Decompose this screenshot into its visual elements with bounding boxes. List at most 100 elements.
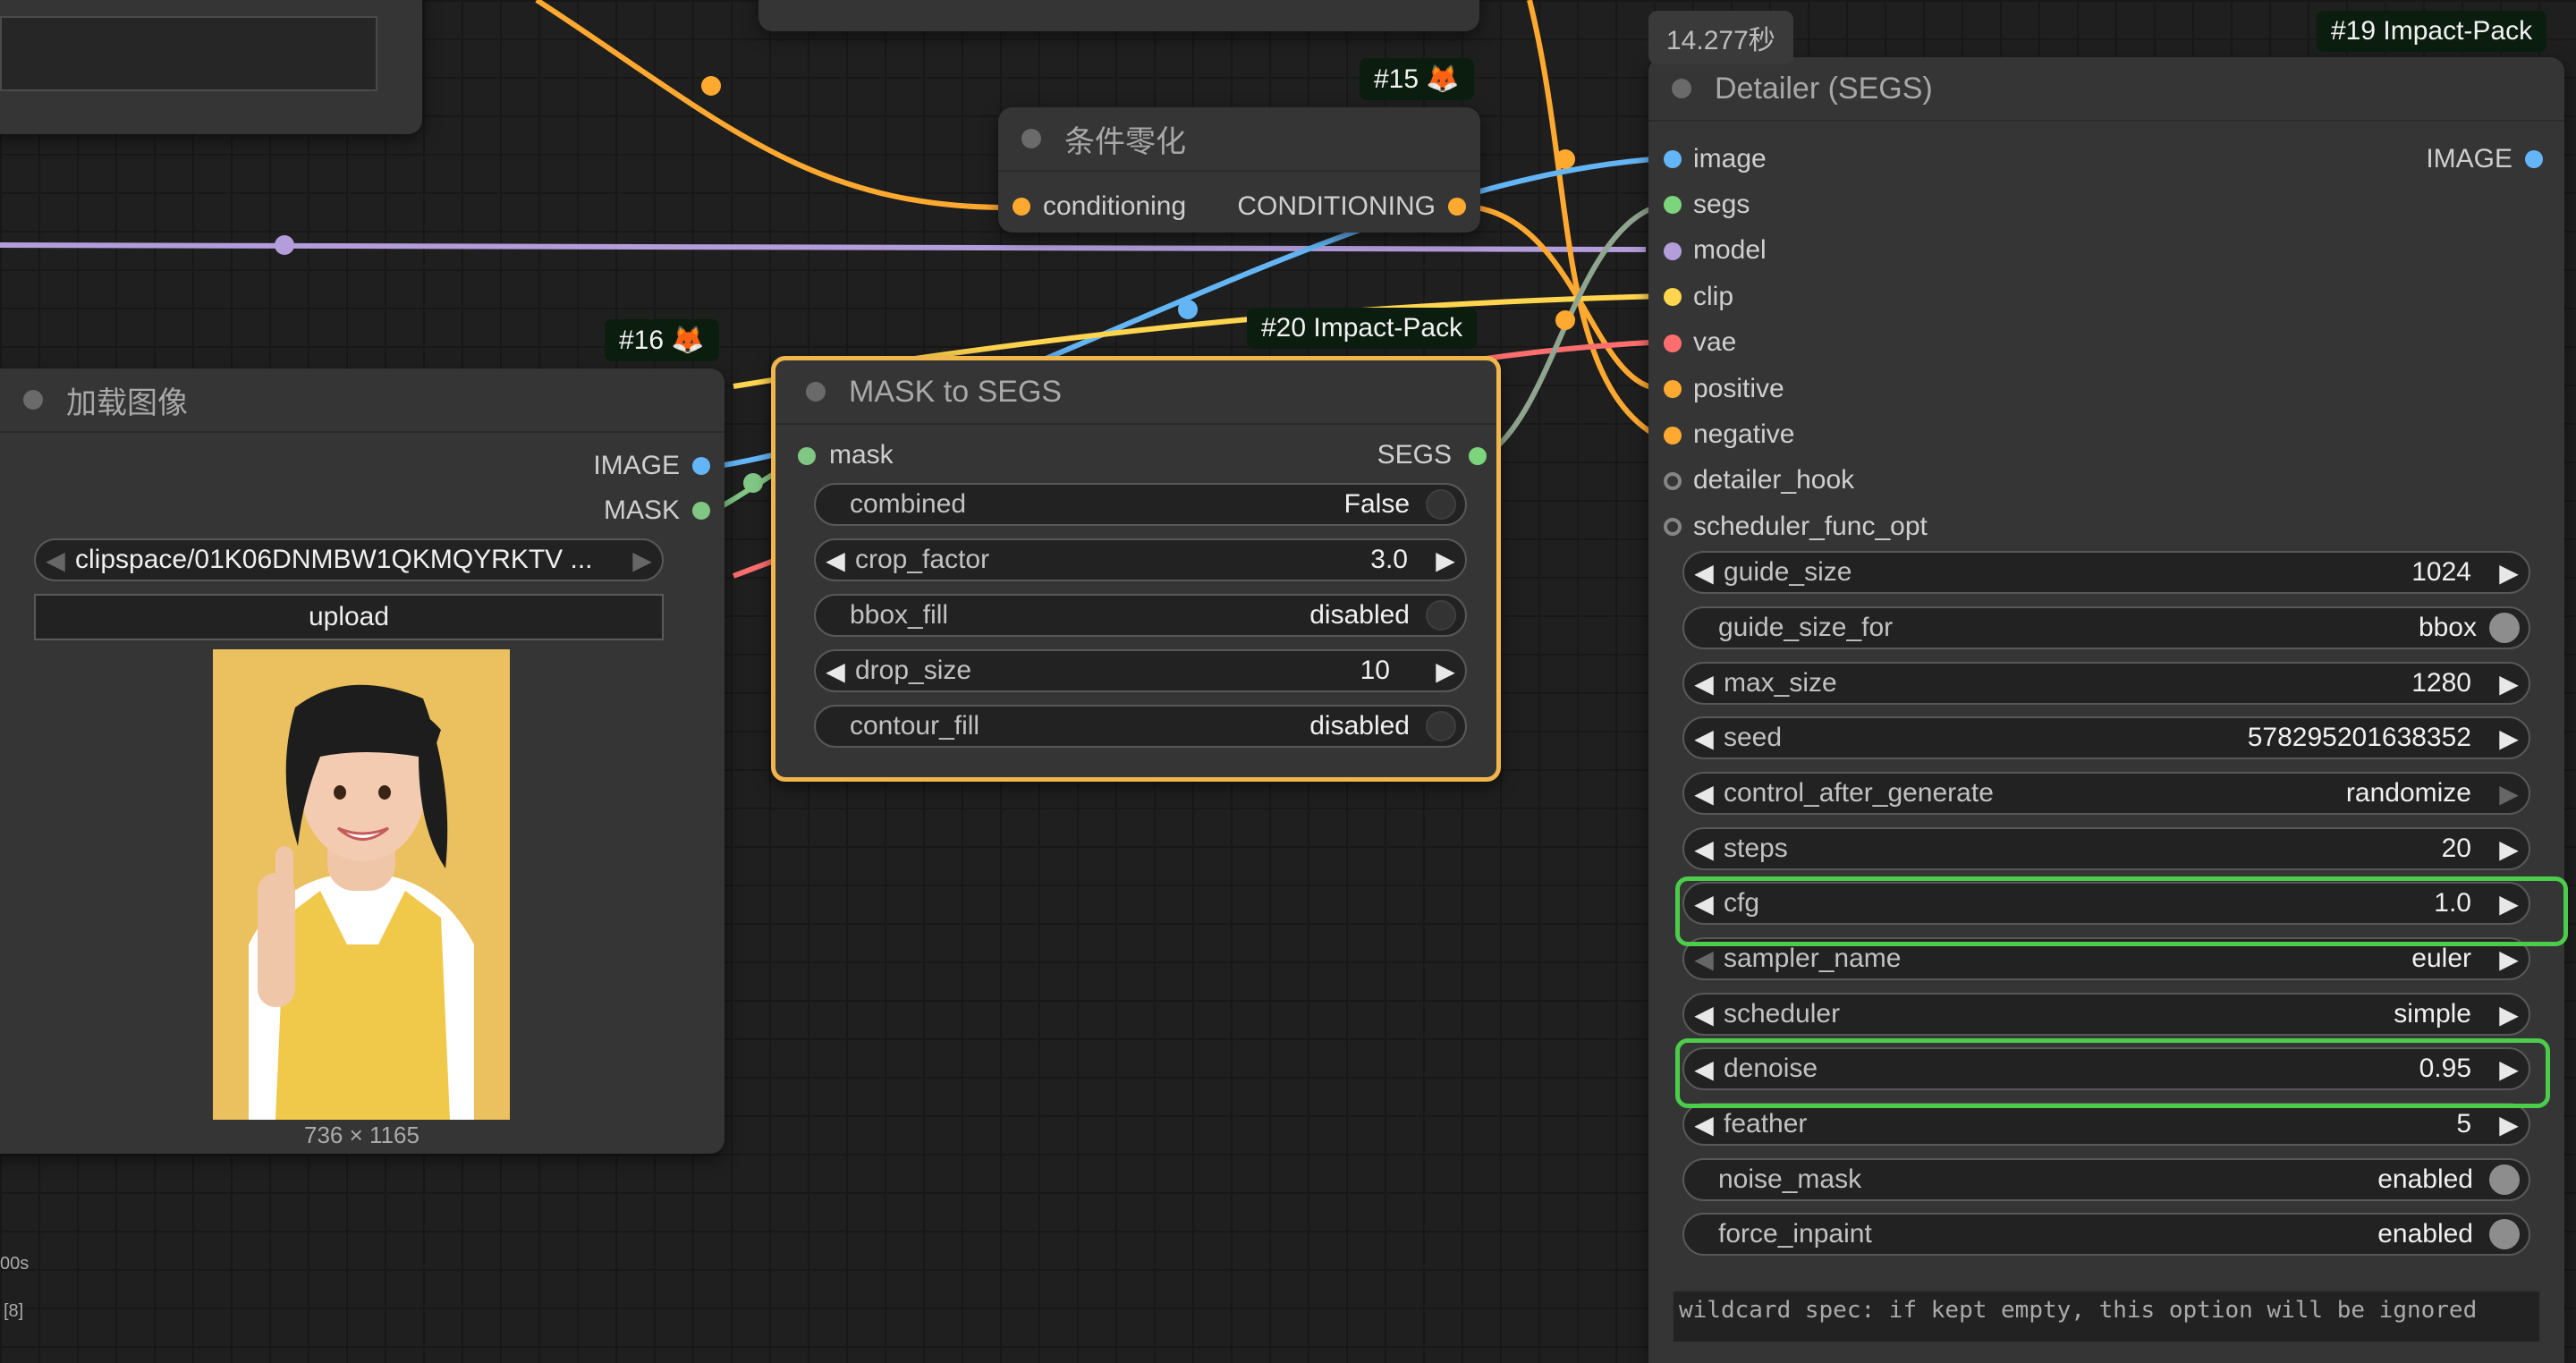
node-load-image[interactable]: 加载图像 IMAGE MASK ◀ clipspace/01K06DNMBW1Q… — [0, 368, 724, 1154]
input-slot-scheduler-func-opt: scheduler_func_opt — [1693, 512, 1928, 541]
wire-reroute-dot — [1555, 310, 1575, 330]
widget-noise-mask[interactable]: noise_mask enabled — [1682, 1158, 2530, 1201]
input-slot-dot[interactable] — [1664, 472, 1682, 490]
widget-seed[interactable]: ◀ seed 578295201638352 ▶ — [1682, 716, 2530, 759]
widget-label: feather — [1724, 1109, 1808, 1139]
arrow-left-icon[interactable]: ◀ — [1684, 1054, 1724, 1084]
widget-contour-fill[interactable]: contour_fill disabled — [814, 705, 1467, 748]
wire-conditioning-out-positive — [1475, 205, 1656, 391]
output-slot-image: IMAGE — [2426, 144, 2512, 174]
collapse-dot-icon[interactable] — [23, 390, 43, 410]
output-slot-dot[interactable] — [1448, 198, 1466, 216]
collapse-dot-icon[interactable] — [1672, 79, 1691, 98]
image-preview — [213, 649, 510, 1120]
widget-label: noise_mask — [1718, 1164, 1862, 1194]
arrow-right-icon[interactable]: ▶ — [2489, 558, 2529, 588]
arrow-right-icon[interactable]: ▶ — [2489, 1054, 2529, 1084]
toggle-off-icon[interactable] — [1426, 489, 1456, 520]
input-slot-dot[interactable] — [1664, 380, 1682, 398]
wildcard-textarea[interactable]: wildcard spec: if kept empty, this optio… — [1672, 1290, 2541, 1343]
toggle-on-icon[interactable] — [2489, 1164, 2520, 1195]
toggle-off-icon[interactable] — [1426, 600, 1456, 631]
widget-max-size[interactable]: ◀ max_size 1280 ▶ — [1682, 662, 2530, 705]
arrow-left-icon[interactable]: ◀ — [1684, 669, 1724, 698]
arrow-left-icon[interactable]: ◀ — [816, 656, 855, 686]
input-slot-dot[interactable] — [1664, 242, 1682, 260]
input-slot-mask: mask — [829, 440, 894, 470]
arrow-right-icon[interactable]: ▶ — [2489, 944, 2529, 974]
widget-bbox-fill[interactable]: bbox_fill disabled — [814, 594, 1467, 637]
arrow-left-icon[interactable]: ◀ — [1684, 944, 1724, 974]
node-title[interactable]: 加载图像 — [0, 368, 724, 433]
arrow-right-icon[interactable]: ▶ — [1426, 656, 1465, 686]
widget-value: bbox — [2418, 613, 2477, 642]
widget-combined[interactable]: combined False — [814, 483, 1467, 526]
input-slot-dot[interactable] — [1664, 288, 1682, 306]
partial-node-top-left — [0, 0, 422, 134]
input-slot-dot[interactable] — [798, 447, 816, 465]
arrow-right-icon[interactable]: ▶ — [2489, 889, 2529, 919]
input-slot-clip: clip — [1693, 282, 1734, 311]
wire-model — [0, 242, 1647, 252]
collapse-dot-icon[interactable] — [806, 382, 826, 402]
output-slot-dot[interactable] — [1469, 447, 1487, 465]
arrow-right-icon[interactable]: ▶ — [2489, 1000, 2529, 1029]
toggle-off-icon[interactable] — [1426, 711, 1456, 741]
output-slot-dot[interactable] — [692, 502, 710, 520]
widget-feather[interactable]: ◀ feather 5 ▶ — [1682, 1103, 2530, 1146]
widget-denoise[interactable]: ◀ denoise 0.95 ▶ — [1682, 1047, 2530, 1090]
input-slot-dot[interactable] — [1664, 334, 1682, 352]
arrow-right-icon[interactable]: ▶ — [1426, 546, 1465, 575]
widget-value: 1024 — [2411, 557, 2471, 587]
input-slot-dot[interactable] — [1664, 150, 1682, 168]
node-badge: #20 Impact-Pack — [1247, 308, 1478, 349]
arrow-left-icon[interactable]: ◀ — [1684, 558, 1724, 588]
arrow-left-icon[interactable]: ◀ — [36, 546, 75, 575]
node-zero-conditioning[interactable]: 条件零化 conditioning CONDITIONING — [998, 107, 1480, 233]
arrow-left-icon[interactable]: ◀ — [1684, 834, 1724, 864]
input-slot-dot[interactable] — [1013, 198, 1030, 216]
arrow-left-icon[interactable]: ◀ — [1684, 1000, 1724, 1029]
widget-force-inpaint[interactable]: force_inpaint enabled — [1682, 1213, 2530, 1256]
node-mask-to-segs[interactable]: MASK to SEGS mask SEGS combined False ◀ … — [771, 356, 1501, 782]
output-slot-dot[interactable] — [2525, 150, 2543, 168]
input-slot-dot[interactable] — [1664, 196, 1682, 214]
widget-scheduler[interactable]: ◀ scheduler simple ▶ — [1682, 993, 2530, 1036]
widget-guide-size[interactable]: ◀ guide_size 1024 ▶ — [1682, 551, 2530, 594]
arrow-left-icon[interactable]: ◀ — [1684, 779, 1724, 808]
node-title[interactable]: MASK to SEGS — [775, 360, 1496, 425]
widget-crop-factor[interactable]: ◀ crop_factor 3.0 ▶ — [814, 538, 1467, 581]
input-slot-dot[interactable] — [1664, 427, 1682, 444]
widget-sampler-name[interactable]: ◀ sampler_name euler ▶ — [1682, 937, 2530, 980]
arrow-left-icon[interactable]: ◀ — [1684, 1110, 1724, 1139]
node-title[interactable]: Detailer (SEGS) — [1648, 57, 2564, 122]
input-slot-dot[interactable] — [1664, 518, 1682, 536]
widget-drop-size[interactable]: ◀ drop_size 10 ▶ — [814, 649, 1467, 692]
collapse-dot-icon[interactable] — [1021, 129, 1041, 148]
arrow-left-icon[interactable]: ◀ — [816, 546, 855, 575]
arrow-left-icon[interactable]: ◀ — [1684, 724, 1724, 753]
widget-label: contour_fill — [850, 711, 980, 741]
toggle-on-icon[interactable] — [2489, 1219, 2520, 1249]
arrow-right-icon[interactable]: ▶ — [2489, 724, 2529, 753]
output-slot-segs: SEGS — [1377, 440, 1452, 470]
widget-label: seed — [1724, 723, 1783, 752]
output-slot-dot[interactable] — [692, 457, 710, 475]
arrow-left-icon[interactable]: ◀ — [1684, 889, 1724, 919]
upload-button[interactable]: upload — [34, 594, 664, 640]
arrow-right-icon[interactable]: ▶ — [2489, 834, 2529, 864]
widget-steps[interactable]: ◀ steps 20 ▶ — [1682, 827, 2530, 870]
widget-cfg[interactable]: ◀ cfg 1.0 ▶ — [1682, 882, 2530, 925]
node-title[interactable]: 条件零化 — [998, 107, 1480, 172]
node-detailer-segs[interactable]: Detailer (SEGS) IMAGE image segs model c… — [1648, 57, 2564, 1363]
node-badge: #15 🦊 — [1360, 58, 1474, 100]
arrow-right-icon[interactable]: ▶ — [623, 546, 662, 575]
arrow-right-icon[interactable]: ▶ — [2489, 1110, 2529, 1139]
widget-control-after-generate[interactable]: ◀ control_after_generate randomize ▶ — [1682, 772, 2530, 815]
toggle-on-icon[interactable] — [2489, 613, 2520, 643]
input-slot-segs: segs — [1693, 190, 1750, 219]
arrow-right-icon[interactable]: ▶ — [2489, 779, 2529, 808]
image-file-combo[interactable]: ◀ clipspace/01K06DNMBW1QKMQYRKTV ... ▶ — [34, 538, 664, 581]
arrow-right-icon[interactable]: ▶ — [2489, 669, 2529, 698]
widget-guide-size-for[interactable]: guide_size_for bbox — [1682, 606, 2530, 649]
